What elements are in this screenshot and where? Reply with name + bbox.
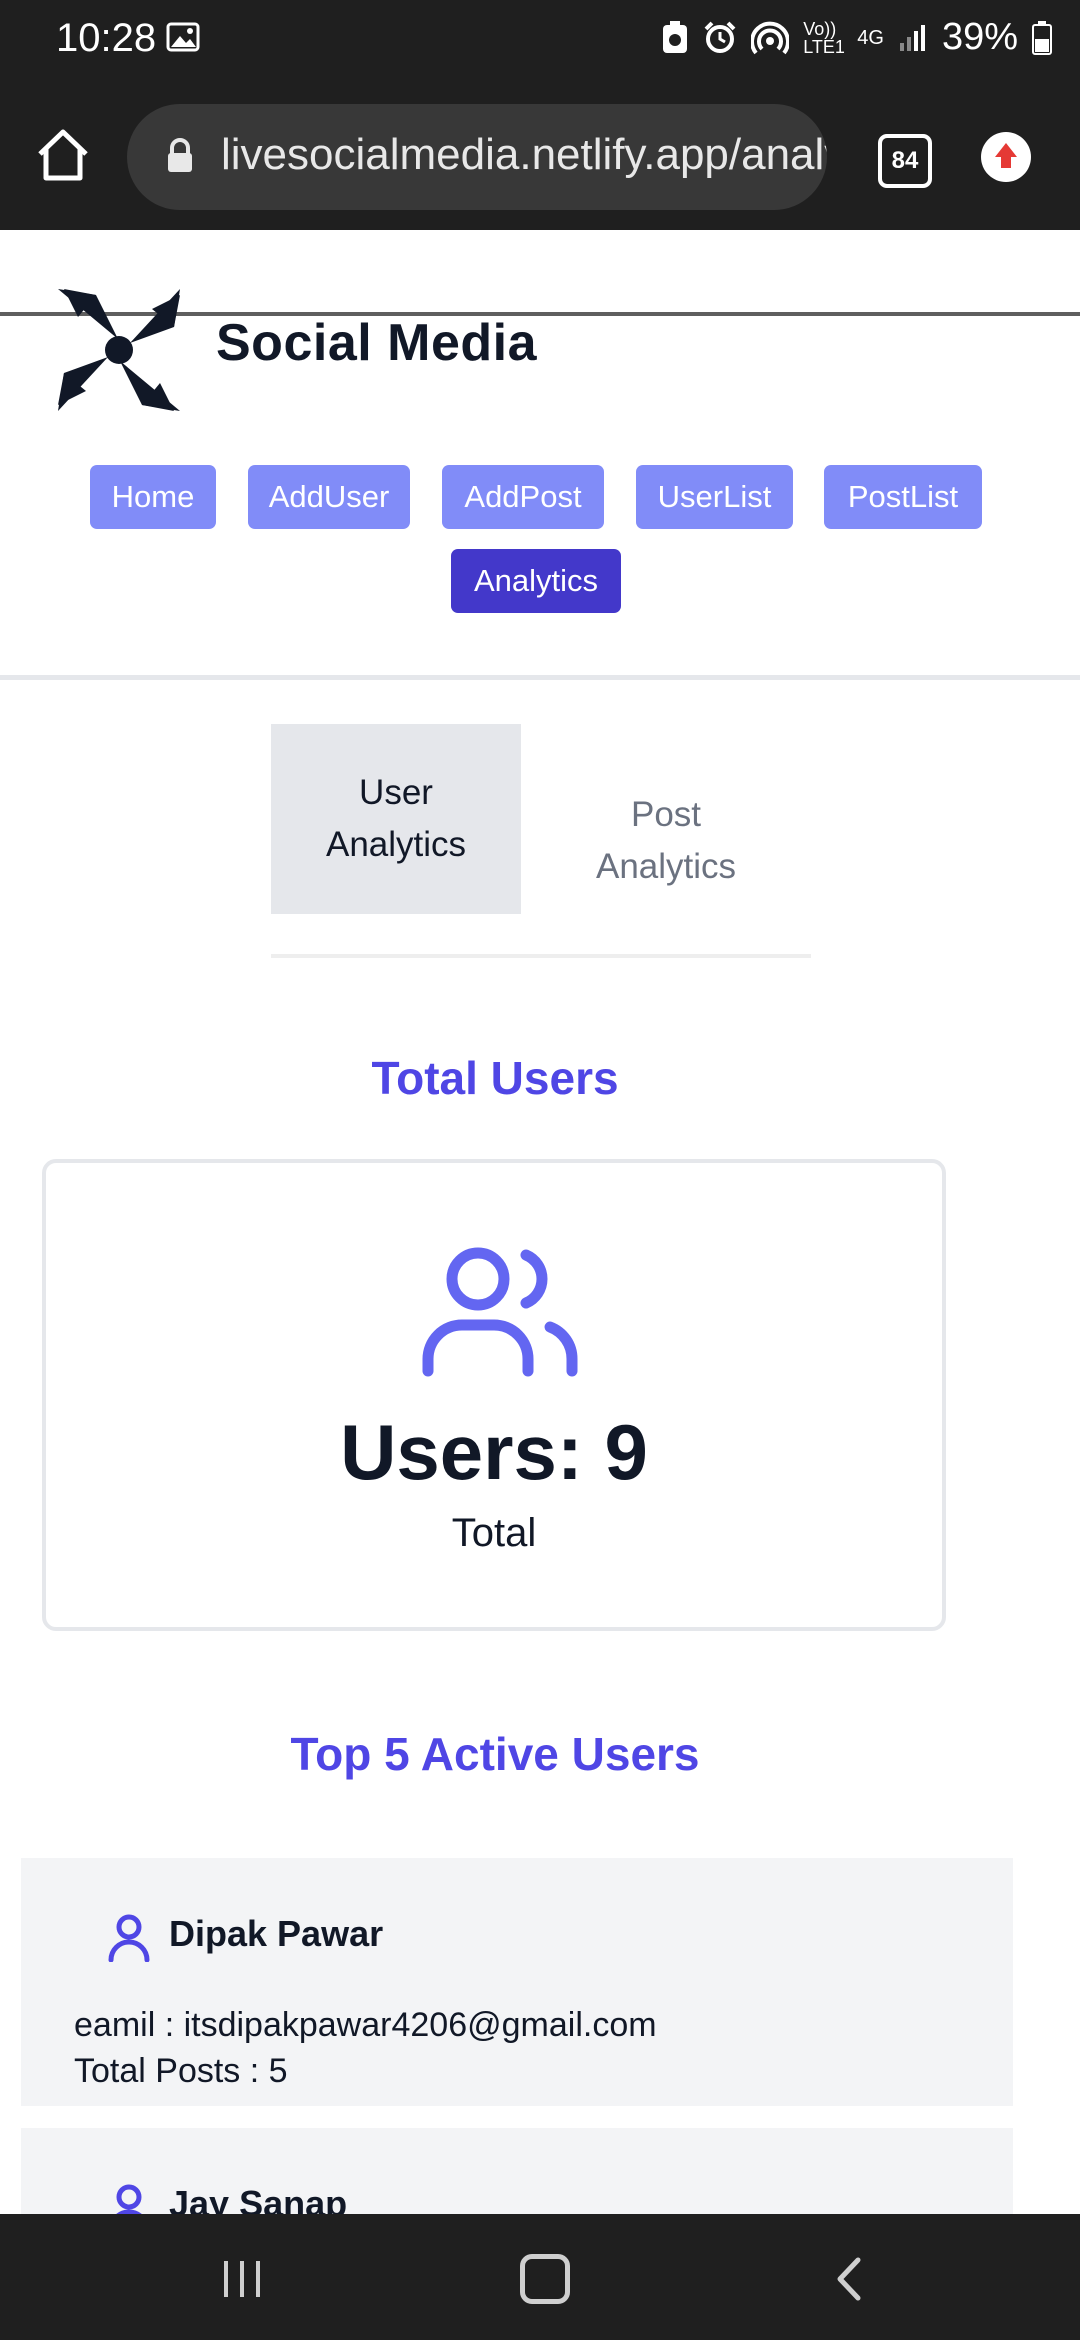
user-total-posts: Total Posts : 5 [74, 2052, 288, 2090]
hotspot-icon [751, 21, 790, 54]
logo-icon[interactable] [56, 287, 182, 413]
nav-analytics-button[interactable]: Analytics [451, 549, 621, 613]
tab-post-label-1: Post [630, 795, 702, 834]
lock-icon [165, 138, 195, 174]
total-users-card: Users: 9 Total [42, 1159, 946, 1631]
battery-percentage: 39% [941, 16, 1018, 58]
tab-user-analytics[interactable]: User Analytics [271, 724, 521, 914]
tab-user-label-2: Analytics [325, 825, 467, 864]
alarm-icon [704, 21, 736, 53]
nav-add-post-button[interactable]: AddPost [442, 465, 604, 529]
header-divider [0, 675, 1080, 680]
user-email: eamil : itsdipakpawar4206@gmail.com [74, 2006, 657, 2044]
total-users-heading: Total Users [371, 1052, 619, 1104]
system-navigation-bar [0, 2214, 1080, 2340]
user-icon [107, 2184, 151, 2214]
gallery-icon [166, 22, 200, 57]
site-title: Social Media [216, 314, 537, 372]
url-text: livesocialmedia.netlify.app/analytics [221, 130, 827, 179]
browser-toolbar: livesocialmedia.netlify.app/analytics 84 [0, 84, 1080, 316]
tab-user-label-1: User [359, 773, 433, 812]
home-icon[interactable] [32, 124, 94, 186]
network-indicator: 4G [857, 26, 884, 49]
tab-underline [271, 954, 811, 958]
nav-user-list-button[interactable]: UserList [636, 465, 793, 529]
user-card: Jay Sanap [21, 2128, 1013, 2214]
home-nav-icon[interactable] [520, 2254, 570, 2304]
user-name: Jay Sanap [169, 2183, 348, 2214]
update-icon[interactable] [981, 132, 1031, 182]
tab-switcher-button[interactable]: 84 [878, 134, 932, 188]
tab-post-analytics[interactable]: Post Analytics [541, 746, 791, 936]
status-time: 10:28 [56, 16, 157, 60]
user-name: Dipak Pawar [169, 1913, 384, 1954]
users-count: Users: 9 [340, 1408, 648, 1496]
signal-icon [899, 24, 925, 51]
nav-add-user-button[interactable]: AddUser [248, 465, 410, 529]
battery-icon [1032, 20, 1052, 55]
user-card: Dipak Pawar eamil : itsdipakpawar4206@gm… [21, 1858, 1013, 2106]
nav-post-list-button[interactable]: PostList [824, 465, 982, 529]
users-icon [422, 1243, 578, 1377]
sync-icon [663, 20, 688, 53]
status-indicators: Vo)) LTE1 4G 39% [661, 16, 1052, 59]
recent-apps-icon[interactable] [222, 2259, 262, 2304]
nav-home-button[interactable]: Home [90, 465, 216, 529]
volte-indicator: Vo)) LTE1 [803, 18, 845, 57]
users-total-label: Total [451, 1511, 537, 1555]
back-icon[interactable] [826, 2254, 876, 2304]
user-icon [107, 1914, 151, 1963]
status-bar: 10:28 Vo)) LTE1 4G 39% [0, 0, 1080, 84]
tab-post-label-2: Analytics [595, 847, 737, 886]
address-bar[interactable]: livesocialmedia.netlify.app/analytics [127, 104, 827, 210]
top-users-heading: Top 5 Active Users [290, 1728, 700, 1780]
